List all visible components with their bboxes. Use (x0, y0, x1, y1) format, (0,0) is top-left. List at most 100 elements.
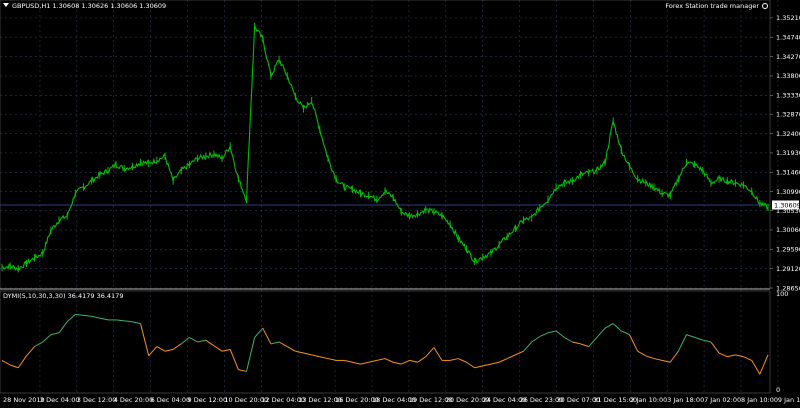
dymi-segment (286, 346, 296, 352)
symbol-header[interactable]: GBPUSD,H1 1.30608 1.30626 1.30606 1.3060… (3, 2, 166, 10)
dymi-segment (376, 358, 386, 361)
dymi-segment (352, 361, 361, 365)
dymi-segment (523, 341, 533, 352)
dymi-segment (270, 341, 280, 345)
dymi-segment (384, 358, 394, 363)
time-tick-label: 9 Jan 18:00 (778, 396, 800, 404)
dymi-segment (262, 327, 272, 345)
dymi-segment (132, 321, 141, 325)
dymi-segment (26, 346, 35, 357)
price-axis: 1.35210 1.34740 1.34270 1.33800 1.33330 1.328… (770, 14, 800, 292)
dymi-segment (474, 365, 483, 369)
time-tick-label: 28 Nov 2019 (3, 396, 45, 404)
price-tick-label: 1.29120 (776, 265, 800, 273)
dymi-segment (621, 330, 630, 336)
dymi-segment (205, 339, 215, 347)
dymi-segment (221, 348, 231, 352)
dymi-segment (164, 348, 174, 352)
dymi-segment (759, 354, 769, 375)
dymi-segment (393, 361, 402, 365)
price-tick-label: 1.32400 (776, 130, 800, 138)
dymi-segment (213, 345, 223, 352)
dymi-segment (450, 358, 459, 361)
dymi-segment (612, 323, 622, 332)
dymi-segment (743, 356, 752, 361)
dymi-segment (588, 337, 598, 347)
dymi-segment (344, 359, 353, 363)
dymi-segment (580, 343, 589, 348)
horizontal-gridlines (0, 17, 770, 289)
dymi-segment (710, 341, 720, 354)
price-tick-label: 1.35210 (776, 14, 800, 22)
vertical-gridlines (39, 0, 779, 393)
dymi-segment (751, 360, 761, 375)
time-tick-label: 3 Jan 18:00 (667, 396, 704, 404)
dymi-segment (653, 358, 663, 361)
dymi-segment (295, 350, 304, 354)
dymi-segment (9, 364, 19, 369)
dymi-segment (735, 354, 744, 358)
time-tick-label: 9 Dec 12:00 (188, 396, 228, 404)
dymi-segment (482, 363, 492, 367)
trade-manager[interactable]: Forex Station trade manager (665, 2, 768, 10)
dymi-segment (99, 317, 109, 321)
time-tick-label: 2 Jan 10:00 (630, 396, 667, 404)
dymi-segment (490, 361, 500, 365)
dymi-segment (555, 330, 565, 338)
price-pane-frame (0, 0, 771, 290)
dymi-segment (466, 361, 475, 369)
dymi-segment (694, 336, 703, 341)
dymi-segment (42, 334, 52, 343)
chevron-down-icon[interactable] (3, 3, 9, 7)
dymi-segment (547, 330, 557, 334)
dymi-segment (401, 359, 410, 365)
dymi-segment (572, 341, 581, 345)
dymi-segment (66, 314, 76, 323)
dymi-segment (303, 352, 312, 356)
indicator-axis-min: 0 (776, 386, 780, 394)
dymi-segment (319, 356, 329, 360)
dymi-segment (58, 321, 68, 334)
dymi-segment (661, 359, 671, 363)
time-tick-label: 6 Dec 04:00 (151, 396, 191, 404)
chart-canvas[interactable]: 1.35210 1.34740 1.34270 1.33800 1.33330 1.328… (0, 0, 800, 408)
dymi-series (1, 313, 769, 375)
dymi-segment (417, 356, 427, 363)
dymi-segment (197, 339, 206, 343)
dymi-segment (17, 355, 27, 369)
dymi-segment (124, 320, 133, 323)
dymi-segment (91, 315, 100, 319)
symbol-info: GBPUSD,H1 1.30608 1.30626 1.30606 1.3060… (12, 2, 167, 10)
indicator-label: DYMI(5,10,30,3,30) 36.4179 36.4179 (3, 292, 124, 300)
dymi-segment (148, 346, 158, 357)
price-tick-label: 1.33330 (776, 92, 800, 100)
dymi-segment (564, 336, 573, 343)
dymi-segment (645, 355, 655, 360)
dymi-segment (278, 341, 288, 348)
price-tick-label: 1.34740 (776, 34, 800, 42)
dymi-segment (34, 341, 43, 348)
dymi-segment (140, 323, 150, 356)
dymi-segment (327, 358, 337, 361)
price-tick-label: 1.32870 (776, 111, 800, 119)
smiley-icon[interactable] (762, 3, 768, 9)
dymi-segment (180, 337, 190, 345)
dymi-segment (156, 346, 166, 352)
dymi-segment (116, 319, 125, 322)
dymi-segment (368, 359, 377, 363)
dymi-segment (433, 347, 443, 361)
dymi-segment (629, 334, 639, 352)
price-series (1, 22, 769, 273)
trade-manager-label: Forex Station trade manager (665, 2, 759, 10)
dymi-segment (686, 334, 695, 338)
dymi-segment (238, 369, 247, 372)
dymi-segment (425, 347, 435, 358)
price-tick-label: 1.34270 (776, 53, 800, 61)
dymi-segment (727, 354, 736, 358)
dymi-segment (718, 352, 728, 358)
dymi-segment (1, 359, 11, 366)
time-axis: 28 Nov 20192 Dec 04:003 Dec 12:004 Dec 2… (3, 396, 800, 404)
dymi-segment (311, 354, 320, 358)
dymi-segment (50, 332, 60, 336)
current-price-badge: 1.30609 (772, 200, 800, 210)
